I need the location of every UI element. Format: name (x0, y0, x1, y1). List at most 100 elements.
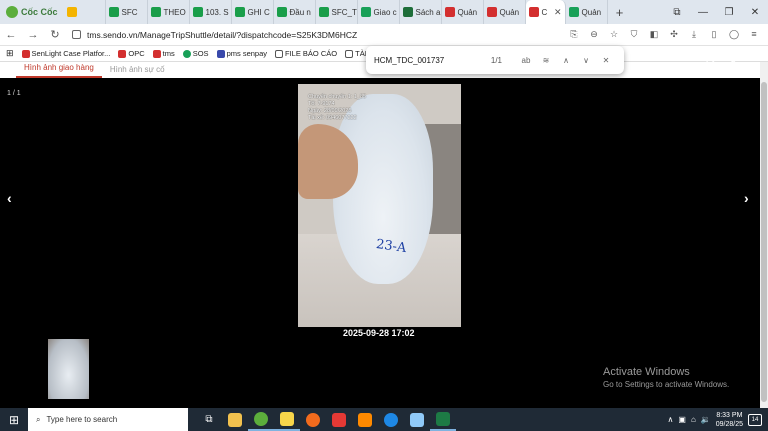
windows-taskbar: ⊞ ⌕ Type here to search ⧉ ∧ ▣ ⌂ 🔉 8:33 P… (0, 408, 768, 431)
app-icon-blue[interactable] (404, 408, 430, 431)
sidebar-icon[interactable]: ▯ (704, 29, 724, 40)
photo-thumbnail[interactable] (48, 339, 89, 399)
close-window-button[interactable]: ✕ (742, 7, 768, 18)
edge-icon[interactable] (378, 408, 404, 431)
download-icon[interactable]: ⤓ (684, 29, 704, 40)
new-tab-button[interactable]: + (608, 5, 632, 20)
browser-tab[interactable]: 103. S (190, 0, 232, 24)
tab-label: SFC_T (331, 7, 357, 17)
activate-windows-watermark: Activate Windows Go to Settings to activ… (603, 366, 730, 389)
page-scrollbar[interactable] (760, 62, 768, 408)
scrollbar-thumb[interactable] (761, 82, 767, 402)
taskbar-clock[interactable]: 8:33 PM 09/28/25 (716, 411, 743, 429)
apps-grid-icon[interactable]: ⊞ (6, 48, 14, 59)
browser-tab[interactable]: Quản (566, 0, 608, 24)
volume-icon[interactable]: 🔉 (701, 415, 711, 424)
tab-incident-images[interactable]: Hình ảnh sự cố (102, 65, 173, 78)
address-bar-icons: ⎘ ⊖ ☆ ⛉ ◧ ✣ ⤓ ▯ ◯ ≡ (564, 29, 764, 40)
browser-tab[interactable]: THEO (148, 0, 190, 24)
tab-drive[interactable] (64, 0, 106, 24)
folder-icon (345, 49, 354, 58)
tab-favicon-icon (234, 7, 245, 17)
browser-tab[interactable]: Giao c (358, 0, 400, 24)
menu-icon[interactable]: ≡ (744, 29, 764, 40)
url-field[interactable]: tms.sendo.vn/ManageTripShuttle/detail/?d… (72, 30, 564, 40)
previous-image-icon[interactable]: ‹ (7, 190, 12, 206)
bookmark-tms[interactable]: tms (152, 49, 175, 58)
bookmark-file-bao-cao[interactable]: FILE BÁO CÁO (275, 49, 337, 58)
site-info-icon[interactable] (72, 30, 81, 39)
minimize-button[interactable]: — (690, 7, 716, 18)
photo-stamp: Chuyến chuyển 1: 1_85 Tổ: 7-9174 Ngày: 2… (308, 94, 367, 121)
search-placeholder: Type here to search (46, 415, 118, 424)
app-icon-flame[interactable] (352, 408, 378, 431)
rotate-icon[interactable]: ⟳ (706, 54, 716, 68)
reload-button[interactable]: ↻ (44, 28, 66, 41)
tab-label: Sách a (415, 7, 441, 17)
browser-tab[interactable]: C ✕ (525, 0, 566, 24)
file-explorer-icon[interactable] (222, 408, 248, 431)
find-previous-icon[interactable]: ∧ (556, 56, 576, 65)
image-viewer: 1 / 1 ‹ › Chuyến chuyển 1: 1_85 Tổ: 7-91… (0, 78, 760, 408)
tab-favicon-icon (192, 7, 203, 17)
tab-favicon-icon (108, 7, 119, 17)
browser-tab[interactable]: SFC_T (316, 0, 358, 24)
tab-delivery-images[interactable]: Hình ảnh giao hàng (16, 63, 102, 78)
browser-tab[interactable]: GHI C (232, 0, 274, 24)
profile-icon[interactable]: ◯ (724, 29, 744, 40)
app-icon-red[interactable] (326, 408, 352, 431)
bookmark-sos[interactable]: SOS (182, 49, 209, 58)
browser-tab[interactable]: Đầu n (274, 0, 316, 24)
match-diacritics-icon[interactable]: ≋ (536, 56, 556, 65)
tab-search-icon[interactable]: ⧉ (664, 7, 690, 18)
notification-icon[interactable]: 14 (748, 413, 762, 426)
find-close-icon[interactable]: ✕ (596, 56, 616, 65)
tab-favicon-icon (360, 7, 371, 17)
viewer-close-icon[interactable]: ✕ (728, 54, 738, 68)
browser-tab[interactable]: Quản (484, 0, 526, 24)
find-input[interactable]: HCM_TDC_001737 (374, 56, 491, 65)
taskbar-apps: ⧉ (196, 408, 456, 431)
browser-brand[interactable]: Cốc Cốc (0, 0, 64, 24)
next-image-icon[interactable]: › (744, 190, 749, 206)
excel-icon[interactable] (430, 408, 456, 431)
window-controls: ⧉ — ❐ ✕ (664, 0, 768, 24)
tray-app-icon[interactable]: ▣ (678, 415, 686, 424)
bookmark-senlight[interactable]: SenLight Case Platfor... (21, 49, 110, 58)
bookmark-pms-senpay[interactable]: pms senpay (216, 49, 267, 58)
tab-label: Quản (581, 7, 602, 17)
back-button[interactable]: ← (0, 29, 22, 41)
pms-icon (216, 49, 225, 58)
shield-icon[interactable]: ⛉ (624, 29, 644, 40)
search-icon: ⌕ (36, 414, 41, 424)
windows-start-icon[interactable]: ⊞ (0, 413, 28, 427)
forward-button[interactable]: → (22, 29, 44, 41)
bookmark-opc[interactable]: OPC (118, 49, 145, 58)
viewer-top-controls: ⟳ ✕ (706, 54, 738, 68)
translate-icon[interactable]: ⎘ (564, 29, 584, 40)
tab-label: C (541, 7, 548, 17)
browser-tab[interactable]: Quản (442, 0, 484, 24)
match-case-button[interactable]: ab (516, 56, 536, 65)
coccoc-taskbar-icon[interactable] (248, 408, 274, 431)
bookmark-star-icon[interactable]: ☆ (604, 29, 624, 40)
browser-tab-bar: Cốc Cốc SFC THEO 103. S GHI C Đầu n SFC_T Giao… (0, 0, 768, 24)
taskbar-search[interactable]: ⌕ Type here to search (28, 408, 188, 431)
tab-label: 103. S (205, 7, 229, 17)
maximize-button[interactable]: ❐ (716, 7, 742, 18)
tab-label: Giao c (373, 7, 397, 17)
close-tab-icon[interactable]: ✕ (554, 7, 562, 18)
puzzle-icon[interactable]: ✣ (664, 29, 684, 40)
browser-tab[interactable]: SFC (106, 0, 148, 24)
tab-label: Đầu n (289, 7, 311, 17)
tray-chevron-icon[interactable]: ∧ (668, 415, 674, 424)
find-next-icon[interactable]: ∨ (576, 56, 596, 65)
task-view-icon[interactable]: ⧉ (196, 408, 222, 431)
app-icon-orange[interactable] (300, 408, 326, 431)
browser-tab[interactable]: Sách a (400, 0, 442, 24)
sticky-notes-icon[interactable] (274, 408, 300, 431)
tab-label: SFC (121, 7, 138, 17)
zoom-icon[interactable]: ⊖ (584, 29, 604, 40)
network-icon[interactable]: ⌂ (691, 415, 696, 424)
extension-icon[interactable]: ◧ (644, 29, 664, 40)
